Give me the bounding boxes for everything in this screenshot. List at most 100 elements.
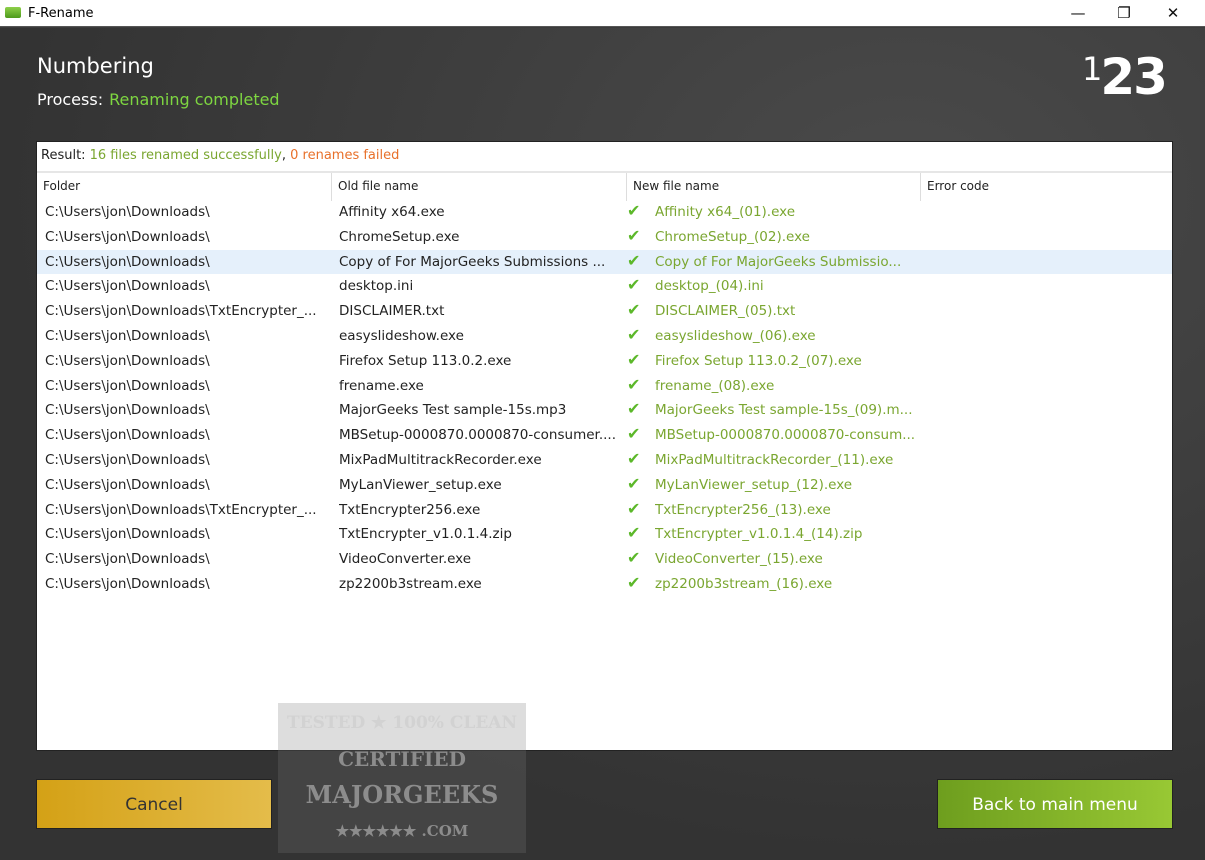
- new-name-cell: desktop_(04).ini: [655, 278, 764, 295]
- cancel-button[interactable]: Cancel: [36, 779, 272, 829]
- check-icon: ✔: [627, 225, 641, 245]
- result-summary: Result: 16 files renamed successfully, 0 …: [41, 148, 399, 163]
- new-name-cell: ChromeSetup_(02).exe: [655, 228, 810, 245]
- old-name-cell: frename.exe: [339, 377, 424, 394]
- new-name-cell: TxtEncrypter_v1.0.1.4_(14).zip: [655, 526, 863, 543]
- table-row[interactable]: C:\Users\jon\Downloads\ zp2200b3stream.e…: [37, 572, 1172, 597]
- old-name-cell: DISCLAIMER.txt: [339, 303, 445, 320]
- table-row[interactable]: C:\Users\jon\Downloads\TxtEncrypter_... …: [37, 498, 1172, 523]
- restore-button[interactable]: ❐: [1101, 0, 1147, 27]
- old-name-cell: ChromeSetup.exe: [339, 228, 460, 245]
- page-title: Numbering: [37, 54, 154, 78]
- folder-cell: C:\Users\jon\Downloads\TxtEncrypter_...: [45, 501, 317, 518]
- folder-cell: C:\Users\jon\Downloads\: [45, 575, 210, 592]
- folder-cell: C:\Users\jon\Downloads\: [45, 253, 210, 270]
- app-folder-icon: [5, 7, 21, 18]
- table-row[interactable]: C:\Users\jon\Downloads\ MyLanViewer_setu…: [37, 473, 1172, 498]
- old-name-cell: MyLanViewer_setup.exe: [339, 476, 502, 493]
- close-button[interactable]: ✕: [1150, 0, 1196, 27]
- table-row[interactable]: C:\Users\jon\Downloads\ MixPadMultitrack…: [37, 448, 1172, 473]
- table-row[interactable]: C:\Users\jon\Downloads\ Firefox Setup 11…: [37, 349, 1172, 374]
- table-row[interactable]: C:\Users\jon\Downloads\ Copy of For Majo…: [37, 249, 1172, 275]
- old-name-cell: zp2200b3stream.exe: [339, 575, 482, 592]
- old-name-cell: Firefox Setup 113.0.2.exe: [339, 352, 512, 369]
- minimize-button[interactable]: —: [1055, 0, 1101, 27]
- folder-cell: C:\Users\jon\Downloads\: [45, 204, 210, 220]
- new-name-cell: Affinity x64_(01).exe: [655, 204, 796, 220]
- table-row[interactable]: C:\Users\jon\Downloads\ VideoConverter.e…: [37, 547, 1172, 572]
- old-name-cell: desktop.ini: [339, 278, 414, 295]
- table-row[interactable]: C:\Users\jon\Downloads\ easyslideshow.ex…: [37, 324, 1172, 349]
- result-label: Result:: [41, 148, 86, 163]
- new-name-cell: zp2200b3stream_(16).exe: [655, 575, 833, 592]
- watermark-line: CERTIFIED: [338, 747, 466, 771]
- table-row[interactable]: C:\Users\jon\Downloads\ frename.exe ✔ fr…: [37, 374, 1172, 399]
- table-row[interactable]: C:\Users\jon\Downloads\ TxtEncrypter_v1.…: [37, 522, 1172, 547]
- results-panel: Result: 16 files renamed successfully, 0 …: [36, 141, 1173, 751]
- folder-cell: C:\Users\jon\Downloads\: [45, 551, 210, 568]
- table-row[interactable]: C:\Users\jon\Downloads\ MBSetup-0000870.…: [37, 423, 1172, 448]
- process-label: Process:: [37, 90, 104, 109]
- check-icon: ✔: [627, 349, 641, 369]
- success-count: 16 files renamed successfully: [89, 148, 282, 163]
- column-folder[interactable]: Folder: [37, 173, 332, 201]
- column-new-name[interactable]: New file name: [627, 173, 921, 201]
- results-table-body: C:\Users\jon\Downloads\ Affinity x64.exe…: [37, 200, 1172, 597]
- check-icon: ✔: [627, 324, 641, 344]
- folder-cell: C:\Users\jon\Downloads\: [45, 402, 210, 419]
- check-icon: ✔: [627, 399, 641, 419]
- check-icon: ✔: [627, 523, 641, 543]
- numbering-logo: 123: [1082, 48, 1168, 106]
- logo-23: 23: [1100, 48, 1168, 106]
- folder-cell: C:\Users\jon\Downloads\: [45, 427, 210, 444]
- folder-cell: C:\Users\jon\Downloads\: [45, 526, 210, 543]
- check-icon: ✔: [627, 250, 641, 270]
- check-icon: ✔: [627, 473, 641, 493]
- new-name-cell: Firefox Setup 113.0.2_(07).exe: [655, 352, 862, 369]
- check-icon: ✔: [627, 498, 641, 518]
- check-icon: ✔: [627, 374, 641, 394]
- new-name-cell: DISCLAIMER_(05).txt: [655, 303, 796, 320]
- table-row[interactable]: C:\Users\jon\Downloads\TxtEncrypter_... …: [37, 299, 1172, 324]
- folder-cell: C:\Users\jon\Downloads\: [45, 228, 210, 245]
- window-title: F-Rename: [28, 6, 94, 21]
- folder-cell: C:\Users\jon\Downloads\: [45, 451, 210, 468]
- new-name-cell: MBSetup-0000870.0000870-consum...: [655, 427, 916, 444]
- new-name-cell: MajorGeeks Test sample-15s_(09).m...: [655, 402, 913, 419]
- column-error-code[interactable]: Error code: [921, 173, 1172, 201]
- check-icon: ✔: [627, 572, 641, 592]
- table-header: Folder Old file name New file name Error…: [37, 171, 1172, 201]
- back-to-main-menu-button[interactable]: Back to main menu: [937, 779, 1173, 829]
- new-name-cell: easyslideshow_(06).exe: [655, 327, 816, 344]
- check-icon: ✔: [627, 448, 641, 468]
- table-row[interactable]: C:\Users\jon\Downloads\ MajorGeeks Test …: [37, 398, 1172, 423]
- folder-cell: C:\Users\jon\Downloads\: [45, 278, 210, 295]
- old-name-cell: MajorGeeks Test sample-15s.mp3: [339, 402, 567, 419]
- new-name-cell: TxtEncrypter256_(13).exe: [655, 501, 831, 518]
- new-name-cell: VideoConverter_(15).exe: [655, 551, 823, 568]
- folder-cell: C:\Users\jon\Downloads\TxtEncrypter_...: [45, 303, 317, 320]
- column-old-name[interactable]: Old file name: [332, 173, 627, 201]
- table-row[interactable]: C:\Users\jon\Downloads\ desktop.ini ✔ de…: [37, 274, 1172, 299]
- old-name-cell: TxtEncrypter256.exe: [339, 501, 481, 518]
- result-separator: ,: [281, 148, 286, 163]
- old-name-cell: easyslideshow.exe: [339, 327, 464, 344]
- new-name-cell: frename_(08).exe: [655, 377, 775, 394]
- table-row[interactable]: C:\Users\jon\Downloads\ Affinity x64.exe…: [37, 200, 1172, 225]
- folder-cell: C:\Users\jon\Downloads\: [45, 377, 210, 394]
- check-icon: ✔: [627, 275, 641, 295]
- title-bar: F-Rename — ❐ ✕: [0, 0, 1205, 27]
- majorgeeks-watermark: TESTED ★ 100% CLEAN CERTIFIED MAJORGEEKS…: [278, 703, 526, 853]
- table-row[interactable]: C:\Users\jon\Downloads\ ChromeSetup.exe …: [37, 225, 1172, 250]
- check-icon: ✔: [627, 300, 641, 320]
- old-name-cell: Copy of For MajorGeeks Submissions ...: [339, 253, 606, 270]
- check-icon: ✔: [627, 424, 641, 444]
- check-icon: ✔: [627, 548, 641, 568]
- old-name-cell: VideoConverter.exe: [339, 551, 472, 568]
- old-name-cell: MBSetup-0000870.0000870-consumer....: [339, 427, 617, 444]
- watermark-line: ★★★★★★ .COM: [335, 822, 469, 840]
- new-name-cell: MixPadMultitrackRecorder_(11).exe: [655, 451, 894, 468]
- new-name-cell: MyLanViewer_setup_(12).exe: [655, 476, 853, 493]
- old-name-cell: Affinity x64.exe: [339, 204, 445, 220]
- watermark-line: TESTED ★ 100% CLEAN: [286, 713, 518, 733]
